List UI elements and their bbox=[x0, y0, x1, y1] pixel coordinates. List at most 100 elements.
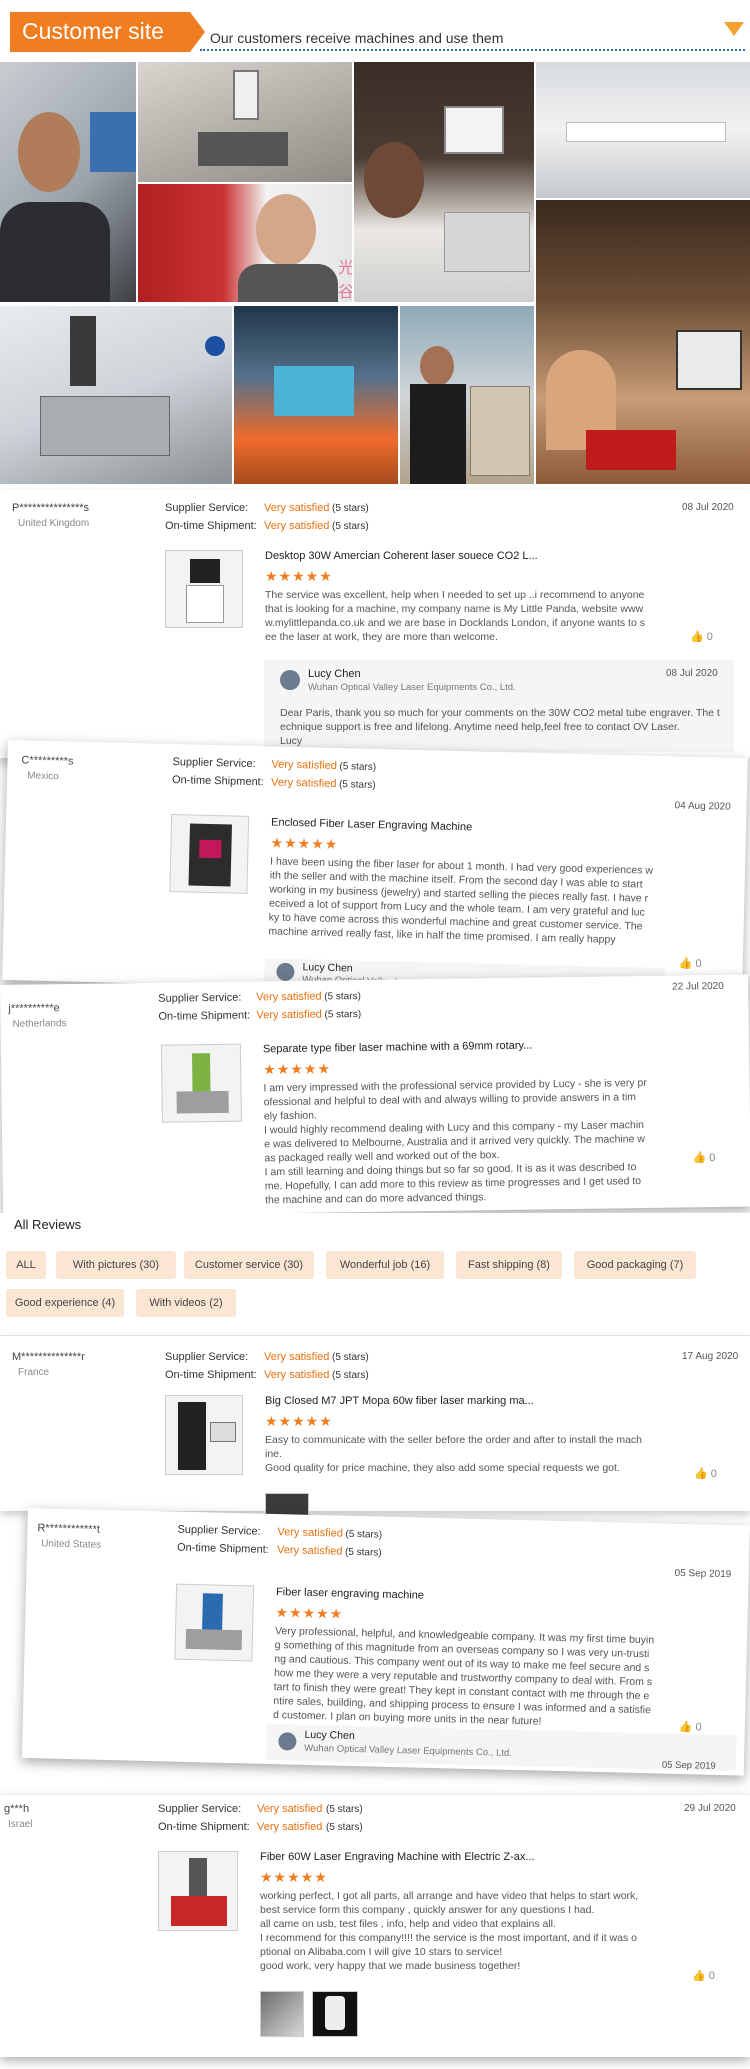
shipment-stars: (5 stars) bbox=[344, 1546, 382, 1559]
thumbs-up-icon: 👍 bbox=[692, 1152, 707, 1165]
filter-chip-fast-shipping[interactable]: Fast shipping (8) bbox=[456, 1251, 562, 1279]
shipment-label: On-time Shipment: bbox=[158, 1009, 251, 1023]
shipment-value: Very satisfied bbox=[256, 1008, 322, 1022]
filter-chip-videos[interactable]: With videos (2) bbox=[136, 1289, 236, 1317]
reviewer-name: g***h bbox=[4, 1803, 30, 1815]
product-title[interactable]: Fiber laser engraving machine bbox=[276, 1586, 424, 1602]
product-thumbnail[interactable] bbox=[158, 1851, 238, 1931]
customer-photo-thumbs-up bbox=[0, 62, 136, 302]
watermark: 光谷激光 bbox=[338, 260, 352, 301]
shipment-stars: (5 stars) bbox=[338, 779, 376, 791]
thumbs-up-icon: 👍 bbox=[694, 1468, 708, 1480]
seller-reply: Lucy Chen Wuhan Optical Valley Laser Equ… bbox=[265, 1723, 737, 1772]
review-text: Very professional, helpful, and knowledg… bbox=[272, 1625, 655, 1728]
supplier-service-value: Very satisfied bbox=[257, 1803, 323, 1815]
product-thumbnail[interactable] bbox=[174, 1583, 255, 1662]
like-count: 0 bbox=[708, 1970, 715, 1982]
product-title[interactable]: Enclosed Fiber Laser Engraving Machine bbox=[271, 816, 472, 833]
avatar bbox=[278, 1732, 297, 1751]
reviewer-country: Mexico bbox=[26, 770, 59, 783]
shipment-value: Very satisfied bbox=[276, 1544, 343, 1558]
review-card: g***h Israel Supplier Service: Very sati… bbox=[0, 1795, 750, 2057]
product-title[interactable]: Fiber 60W Laser Engraving Machine with E… bbox=[260, 1851, 535, 1863]
reply-name: Lucy Chen bbox=[304, 1728, 355, 1743]
review-photo[interactable] bbox=[260, 1991, 304, 2037]
review-card: R************t United States Supplier Se… bbox=[21, 1508, 750, 1776]
rating-stars: ★★★★★ bbox=[265, 1413, 333, 1429]
review-text: working perfect, I got all parts, all ar… bbox=[260, 1890, 639, 1972]
reviewer-country: United Kingdom bbox=[18, 518, 90, 529]
rating-stars: ★★★★★ bbox=[275, 1604, 344, 1622]
product-thumbnail[interactable] bbox=[165, 550, 243, 628]
customer-photo-man-standing bbox=[400, 306, 534, 484]
reviewer-name: j**********e bbox=[8, 1002, 60, 1015]
customer-photo-laser-desk bbox=[138, 62, 352, 182]
supplier-service-label: Supplier Service: bbox=[165, 502, 249, 514]
like-count: 0 bbox=[706, 631, 713, 643]
banner-title: Customer site bbox=[22, 18, 164, 44]
all-reviews-filter: All Reviews ALL With pictures (30) Custo… bbox=[0, 1213, 750, 1335]
reviewer-name: P***************s bbox=[12, 502, 90, 514]
like-count: 0 bbox=[695, 1721, 702, 1734]
like-button[interactable]: 👍 0 bbox=[694, 1467, 717, 1480]
filter-chip-all[interactable]: ALL bbox=[6, 1251, 46, 1279]
review-date: 22 Jul 2020 bbox=[672, 980, 724, 993]
review-photo[interactable] bbox=[312, 1991, 358, 2037]
supplier-service-label: Supplier Service: bbox=[158, 991, 242, 1005]
filter-chip-wonderful-job[interactable]: Wonderful job (16) bbox=[326, 1251, 444, 1279]
product-title[interactable]: Big Closed M7 JPT Mopa 60w fiber laser m… bbox=[265, 1395, 534, 1407]
customer-photo-man-glasses: 光谷激光 bbox=[138, 184, 352, 302]
reply-date: 05 Sep 2019 bbox=[661, 1759, 716, 1772]
like-count: 0 bbox=[709, 1152, 716, 1165]
avatar bbox=[280, 670, 300, 690]
customer-photo-office bbox=[536, 62, 750, 198]
shipment-stars: (5 stars) bbox=[326, 1822, 363, 1833]
review-card: C*********s Mexico Supplier Service: Ver… bbox=[2, 740, 748, 999]
reviewer-name: C*********s bbox=[21, 754, 74, 768]
review-date: 17 Aug 2020 bbox=[682, 1351, 739, 1362]
rating-stars: ★★★★★ bbox=[263, 1060, 332, 1078]
shipment-value: Very satisfied bbox=[257, 1821, 323, 1833]
shipment-label: On-time Shipment: bbox=[176, 1541, 269, 1556]
product-title[interactable]: Desktop 30W Amercian Coherent laser soue… bbox=[265, 550, 538, 562]
shipment-label: On-time Shipment: bbox=[165, 1369, 257, 1381]
filter-chip-pictures[interactable]: With pictures (30) bbox=[56, 1251, 176, 1279]
supplier-service-label: Supplier Service: bbox=[158, 1803, 242, 1815]
shipment-stars: (5 stars) bbox=[332, 1370, 369, 1381]
shipment-value: Very satisfied bbox=[264, 520, 330, 532]
product-thumbnail[interactable] bbox=[160, 1043, 242, 1123]
rating-stars: ★★★★★ bbox=[270, 834, 339, 853]
supplier-service-label: Supplier Service: bbox=[165, 1351, 249, 1363]
like-button[interactable]: 👍 0 bbox=[692, 1969, 715, 1982]
review-text: The service was excellent, help when I n… bbox=[265, 589, 645, 643]
like-count: 0 bbox=[710, 1468, 717, 1480]
product-thumbnail[interactable] bbox=[165, 1395, 243, 1475]
shipment-stars: (5 stars) bbox=[324, 1008, 362, 1021]
like-button[interactable]: 👍 0 bbox=[690, 630, 713, 643]
review-date: 04 Aug 2020 bbox=[674, 800, 731, 813]
like-count: 0 bbox=[695, 957, 702, 971]
like-button[interactable]: 👍 0 bbox=[679, 956, 702, 970]
rating-stars: ★★★★★ bbox=[260, 1869, 328, 1885]
divider bbox=[0, 1335, 750, 1336]
supplier-service-stars: (5 stars) bbox=[345, 1528, 383, 1541]
like-button[interactable]: 👍 0 bbox=[679, 1720, 702, 1734]
product-thumbnail[interactable] bbox=[169, 814, 250, 894]
chevron-down-icon bbox=[724, 22, 744, 36]
reply-text: Dear Paris, thank you so much for your c… bbox=[280, 707, 720, 747]
filter-chip-customer-service[interactable]: Customer service (30) bbox=[184, 1251, 314, 1279]
reviewer-name: R************t bbox=[37, 1522, 101, 1536]
review-text: Easy to communicate with the seller befo… bbox=[265, 1434, 643, 1474]
thumbs-up-icon: 👍 bbox=[690, 631, 704, 643]
filter-chip-good-experience[interactable]: Good experience (4) bbox=[6, 1289, 124, 1317]
supplier-service-label: Supplier Service: bbox=[172, 756, 256, 771]
filter-chip-good-packaging[interactable]: Good packaging (7) bbox=[574, 1251, 696, 1279]
shipment-label: On-time Shipment: bbox=[171, 774, 264, 789]
supplier-service-label: Supplier Service: bbox=[177, 1523, 261, 1538]
supplier-service-value: Very satisfied bbox=[271, 758, 338, 773]
reviewer-country: United States bbox=[40, 1538, 102, 1551]
reviewer-country: Netherlands bbox=[12, 1018, 67, 1030]
like-button[interactable]: 👍 0 bbox=[692, 1151, 715, 1164]
product-title[interactable]: Separate type fiber laser machine with a… bbox=[263, 1040, 533, 1056]
reviewer-name: M**************r bbox=[12, 1351, 85, 1363]
